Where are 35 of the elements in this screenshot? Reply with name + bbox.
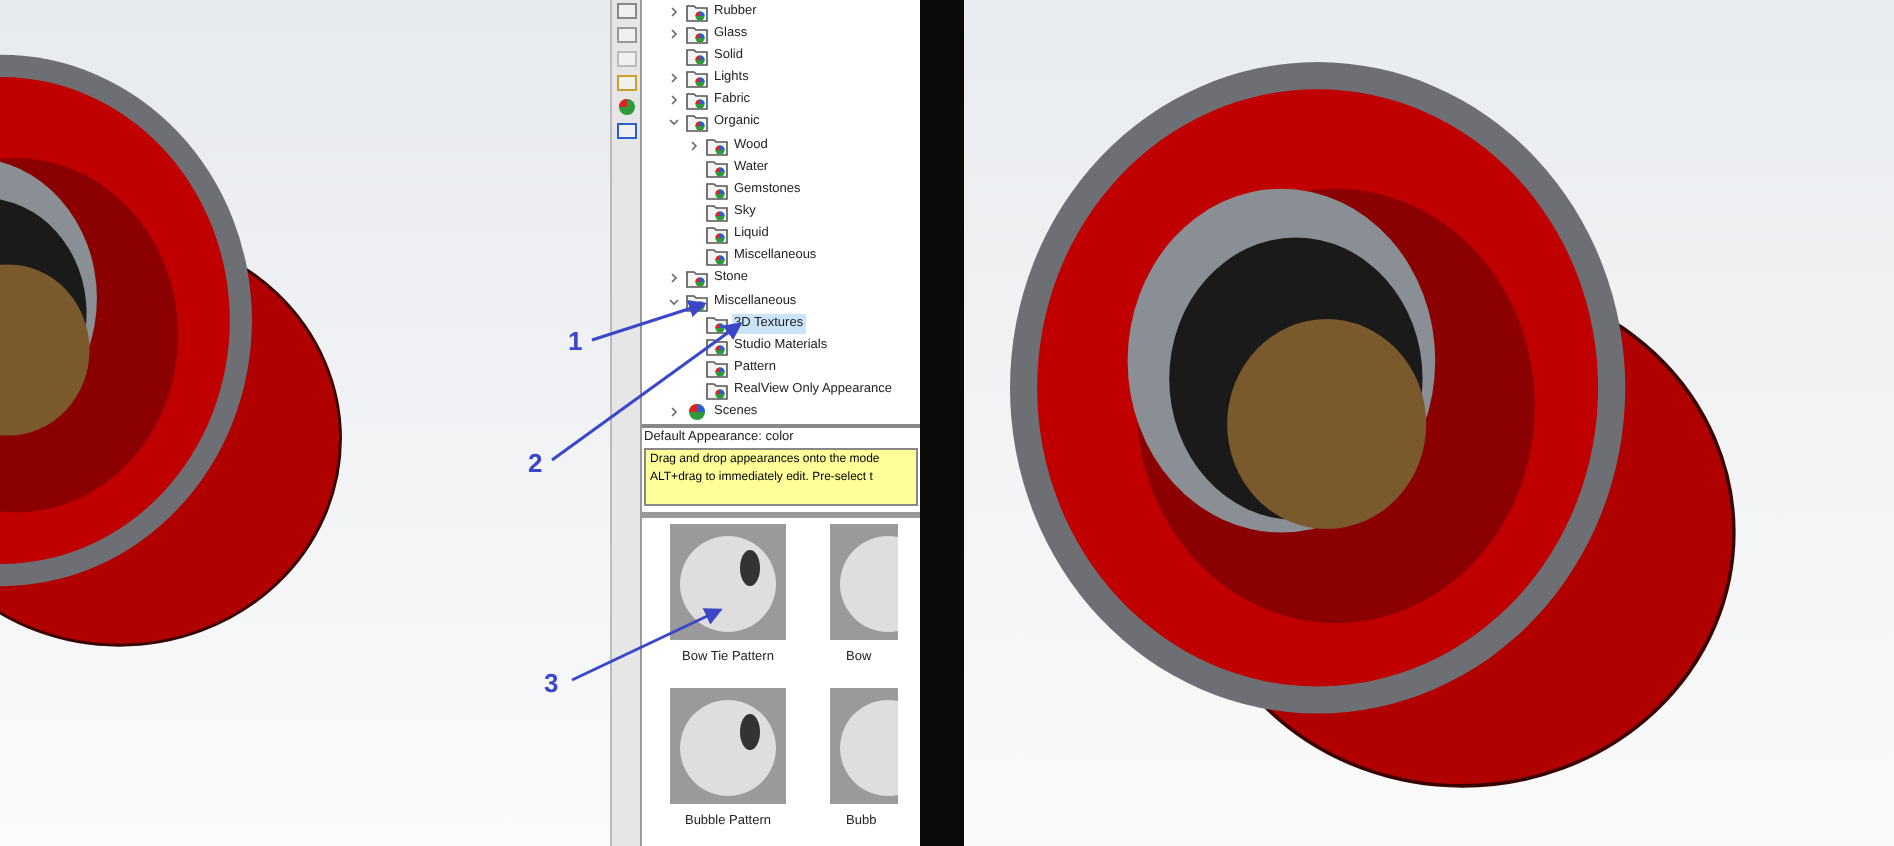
chevron-down-icon[interactable]	[668, 295, 680, 308]
folder-appearance-icon	[706, 201, 728, 222]
appearance-tab-icon[interactable]	[615, 98, 637, 116]
folder-appearance-icon	[706, 313, 728, 334]
scene-ball-icon	[686, 402, 708, 423]
sphere-thumbnail[interactable]	[830, 687, 898, 803]
chevron-down-icon[interactable]	[668, 116, 680, 129]
sphere-thumbnail[interactable]	[670, 523, 786, 640]
folder-appearance-icon	[706, 358, 728, 379]
chevron-right-icon[interactable]	[688, 139, 700, 152]
folder-appearance-icon	[686, 23, 708, 44]
chevron-right-icon[interactable]	[668, 272, 680, 285]
folder-appearance-icon	[686, 45, 708, 66]
sphere-thumbnail[interactable]	[670, 687, 786, 803]
chevron-right-icon[interactable]	[668, 5, 680, 18]
chevron-right-icon[interactable]	[668, 27, 680, 40]
folder-appearance-icon	[706, 224, 728, 245]
folder-appearance-icon	[686, 68, 708, 89]
folder-appearance-icon	[706, 179, 728, 200]
annotation-number: 3	[544, 666, 559, 702]
annotation-number: 1	[568, 324, 583, 360]
folder-appearance-icon	[686, 90, 708, 111]
folder-appearance-icon	[706, 135, 728, 156]
folder-appearance-icon	[706, 380, 728, 401]
folder-appearance-icon	[706, 157, 728, 178]
folder-appearance-icon	[706, 246, 728, 267]
folder-appearance-icon	[686, 112, 708, 133]
folder-appearance-icon	[686, 268, 708, 289]
sphere-thumbnail[interactable]	[830, 523, 898, 640]
annotation-number: 2	[528, 446, 543, 482]
chevron-right-icon[interactable]	[668, 72, 680, 85]
chevron-right-icon[interactable]	[668, 94, 680, 107]
chevron-right-icon[interactable]	[668, 406, 680, 419]
panel-tab-icon[interactable]	[615, 2, 637, 20]
panel-tab-icon[interactable]	[615, 122, 637, 140]
